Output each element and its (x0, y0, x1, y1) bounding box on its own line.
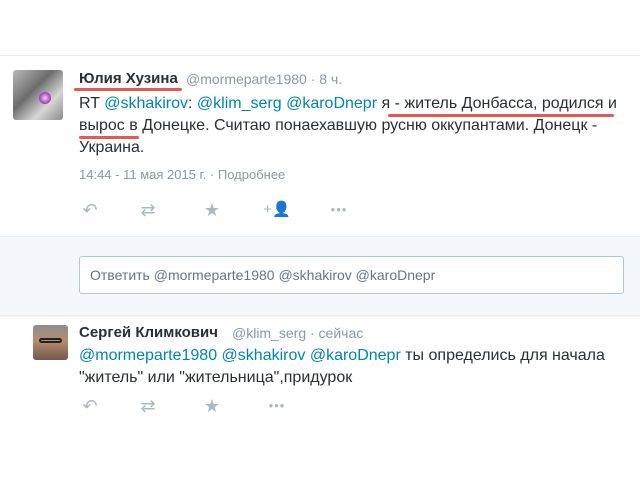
tweet-text: @mormeparte1980 @skhakirov @karoDnepr ты… (79, 345, 624, 389)
reply-icon[interactable]: ↶ (79, 200, 101, 220)
mention-karodnepr[interactable]: @karoDnepr (310, 347, 401, 364)
favorite-icon[interactable]: ★ (201, 396, 223, 416)
bottom-area (0, 422, 640, 480)
tweet-text: RT @skhakirov: @klim_serg @karoDnepr я -… (79, 93, 624, 159)
reply-input-text: Ответить @mormeparte1980 @skhakirov @kar… (90, 267, 436, 283)
author-name[interactable]: Юлия Хузина (79, 70, 178, 87)
avatar[interactable] (33, 325, 68, 360)
avatar[interactable] (13, 70, 63, 120)
author-handle-time[interactable]: @mormeparte1980 · 8 ч. (186, 71, 342, 87)
more-icon[interactable]: ••• (262, 396, 292, 416)
top-border (0, 55, 640, 56)
mention-klim-serg[interactable]: @klim_serg (197, 95, 282, 112)
retweet-icon[interactable]: ⇄ (137, 200, 159, 220)
mention-mormeparte1980[interactable]: @mormeparte1980 (79, 347, 217, 364)
red-underline-2 (79, 136, 139, 139)
rt-prefix: RT (79, 95, 105, 112)
more-icon[interactable]: ••• (324, 200, 354, 220)
flower-decoration (39, 92, 51, 104)
divider (0, 315, 640, 316)
red-underline-1 (388, 114, 614, 117)
red-underline-name (74, 88, 182, 91)
retweet-icon[interactable]: ⇄ (137, 396, 159, 416)
glasses-decoration (39, 338, 62, 343)
reply-icon[interactable]: ↶ (79, 396, 101, 416)
mention-karodnepr[interactable]: @karoDnepr (286, 95, 377, 112)
reply-input[interactable]: Ответить @mormeparte1980 @skhakirov @kar… (79, 256, 624, 294)
mention-skhakirov[interactable]: @skhakirov (104, 95, 188, 112)
favorite-icon[interactable]: ★ (201, 200, 223, 220)
colon: : (188, 95, 197, 112)
author-name[interactable]: Сергей Климкович (79, 324, 218, 341)
author-handle-time[interactable]: @klim_serg · сейчас (232, 325, 363, 341)
tweet-timestamp[interactable]: 14:44 - 11 мая 2015 г. · Подробнее (79, 167, 285, 182)
mention-skhakirov[interactable]: @skhakirov (222, 347, 306, 364)
follow-icon[interactable]: +👤 (262, 200, 292, 220)
